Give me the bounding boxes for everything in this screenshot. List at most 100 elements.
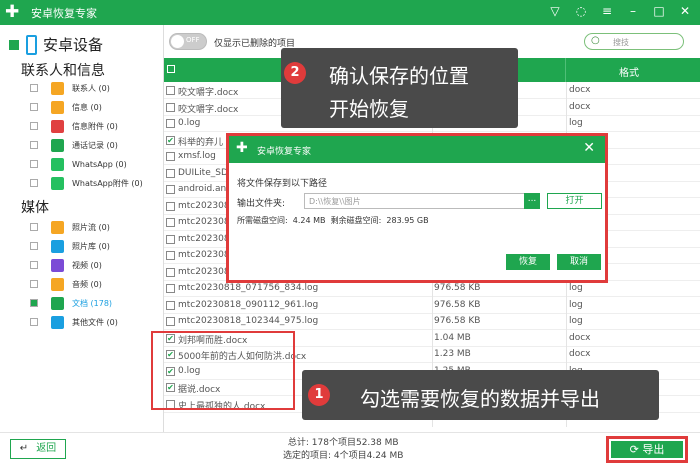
menu-icon[interactable]: ≡: [600, 4, 614, 18]
row-checkbox[interactable]: [166, 317, 175, 326]
dialog-close-icon[interactable]: ✕: [583, 140, 595, 156]
row-checkbox[interactable]: [166, 218, 175, 227]
header-format[interactable]: 格式: [619, 64, 639, 79]
sidebar-item-label: 照片流 (0): [72, 222, 110, 232]
cancel-button[interactable]: 取消: [557, 254, 601, 270]
sidebar-item[interactable]: 联系人 (0): [30, 81, 110, 95]
toggle-knob: [171, 35, 184, 48]
row-checkbox[interactable]: [166, 86, 175, 95]
sidebar-item[interactable]: WhatsApp (0): [30, 157, 127, 171]
sidebar-item[interactable]: 文档 (178): [30, 296, 112, 310]
minimize-icon[interactable]: –: [626, 4, 640, 18]
output-path-field[interactable]: D:\\恢复\\图片: [304, 193, 539, 209]
recover-button[interactable]: 恢复: [506, 254, 550, 270]
export-button[interactable]: ⟳ 导出: [611, 441, 683, 458]
export-icon: ⟳: [629, 443, 643, 456]
save-path-label: 将文件保存到以下路径: [237, 179, 328, 189]
deleted-only-toggle[interactable]: OFF: [169, 33, 207, 50]
sidebar-item-label: 联系人 (0): [72, 83, 110, 93]
sidebar-item[interactable]: 照片库 (0): [30, 239, 110, 253]
row-checkbox[interactable]: [166, 201, 175, 211]
sidebar-item-checkbox[interactable]: [30, 318, 38, 326]
sidebar-item[interactable]: 视频 (0): [30, 258, 102, 272]
app-logo-icon: ✚: [5, 2, 20, 22]
device-row[interactable]: 安卓设备: [9, 34, 103, 55]
sidebar-item-label: 其他文件 (0): [72, 317, 118, 327]
footer: ↵ 返回 总计: 178个项目52.38 MB 选定的项目: 4个项目4.24 M…: [0, 432, 700, 467]
sidebar-item-checkbox[interactable]: [30, 179, 38, 187]
dialog-logo-icon: ✚: [236, 140, 248, 156]
row-checkbox[interactable]: [166, 168, 175, 178]
recover-dialog: ✚ 安卓恢复专家 ✕ 将文件保存到以下路径 输出文件夹: D:\\恢复\\图片 …: [226, 133, 608, 283]
sidebar-item[interactable]: 其他文件 (0): [30, 315, 118, 329]
export-highlight: ⟳ 导出: [606, 436, 688, 463]
sidebar-item-label: WhatsApp (0): [72, 159, 127, 169]
sidebar-item[interactable]: 通话记录 (0): [30, 138, 118, 152]
file-size: 976.58 KB: [434, 283, 481, 293]
sidebar-item-label: 照片库 (0): [72, 241, 110, 251]
device-checkbox[interactable]: [9, 39, 19, 50]
file-format: log: [569, 283, 583, 293]
row-checkbox[interactable]: [166, 284, 175, 293]
row-checkbox[interactable]: [166, 102, 175, 112]
row-checkbox[interactable]: [166, 251, 175, 260]
file-size: 976.58 KB: [434, 299, 481, 310]
selected-items: 选定的项目: 4个项目4.24 MB: [283, 451, 404, 461]
sidebar-item-label: 信息 (0): [72, 102, 102, 112]
select-all-checkbox[interactable]: [167, 65, 175, 73]
sidebar-item-checkbox[interactable]: [30, 280, 38, 288]
phone-icon: [26, 34, 37, 55]
sidebar-item-checkbox[interactable]: [30, 223, 38, 231]
callout-2-line2: 开始恢复: [329, 97, 409, 121]
row-checkbox[interactable]: [166, 152, 175, 161]
output-folder-label: 输出文件夹:: [237, 199, 286, 209]
whatsapp-icon: [51, 157, 64, 171]
message-icon: [51, 100, 64, 114]
row-checkbox[interactable]: [166, 300, 175, 310]
sidebar-item-checkbox[interactable]: [30, 122, 38, 130]
row-checkbox[interactable]: [166, 267, 175, 277]
file-format: docx: [569, 101, 591, 112]
file-format: docx: [569, 349, 591, 359]
contacts-icon: [51, 81, 64, 95]
file-format: log: [569, 118, 583, 128]
section-contacts-heading: 联系人和信息: [21, 63, 105, 79]
section-media-heading: 媒体: [21, 200, 49, 216]
back-button[interactable]: ↵ 返回: [10, 439, 66, 459]
sidebar-item[interactable]: 音频 (0): [30, 277, 102, 291]
audio-icon: [51, 277, 64, 291]
sidebar-item[interactable]: 照片流 (0): [30, 220, 110, 234]
search-input[interactable]: ○ 搜技: [584, 33, 684, 50]
feedback-icon[interactable]: ◌: [574, 4, 588, 18]
file-size: 1.23 MB: [434, 349, 471, 359]
open-button[interactable]: 打开: [547, 193, 602, 209]
maximize-icon[interactable]: □: [652, 4, 666, 18]
sidebar-item-checkbox[interactable]: [30, 141, 38, 149]
wifi-icon[interactable]: ▽: [548, 4, 562, 18]
search-placeholder: 搜技: [613, 38, 629, 47]
sidebar-item[interactable]: 信息 (0): [30, 100, 102, 114]
file-name: mtc20230818_071756_834.log: [178, 283, 319, 293]
file-format: log: [569, 316, 583, 326]
row-checkbox[interactable]: ✔: [166, 135, 175, 145]
sidebar-item-checkbox[interactable]: [30, 103, 38, 111]
row-checkbox[interactable]: [166, 234, 175, 244]
search-icon: ○: [591, 35, 600, 46]
callout-step-1: 1 勾选需要恢复的数据并导出: [302, 370, 659, 420]
sidebar-item-checkbox[interactable]: [30, 84, 38, 92]
sidebar-item[interactable]: WhatsApp附件 (0): [30, 176, 143, 190]
step-2-badge: 2: [284, 62, 306, 84]
sidebar-item-checkbox[interactable]: [30, 242, 38, 250]
window-title: 安卓恢复专家: [31, 7, 97, 20]
sidebar-item-checkbox[interactable]: [30, 160, 38, 168]
sidebar-item-checkbox[interactable]: [30, 261, 38, 269]
callout-1-text: 勾选需要恢复的数据并导出: [360, 387, 600, 411]
close-icon[interactable]: ✕: [678, 4, 692, 18]
sidebar-item[interactable]: 信息附件 (0): [30, 119, 118, 133]
sidebar-item-checkbox[interactable]: [30, 299, 38, 307]
file-name: mtc20230818_090112_961.log: [178, 299, 319, 310]
row-checkbox[interactable]: [166, 119, 175, 128]
row-checkbox[interactable]: [166, 185, 175, 194]
document-icon: [51, 296, 64, 310]
browse-button[interactable]: ...: [524, 193, 540, 209]
